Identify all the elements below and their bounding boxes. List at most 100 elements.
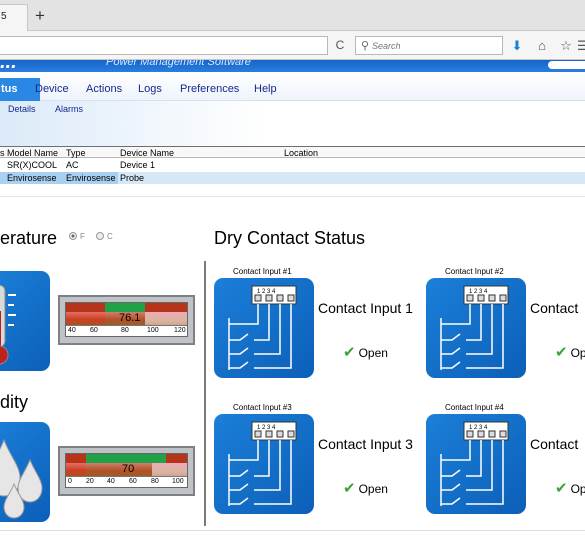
contact-input-3-label: Contact Input #3: [233, 403, 292, 412]
main-menu-bar: tus Device Actions Logs Preferences Help: [0, 72, 585, 101]
humidity-gauge: 70 0 20 40 60 80 100: [58, 446, 195, 496]
tick-label: 40: [68, 327, 76, 334]
tick-label: 80: [151, 478, 159, 485]
overflow-icon[interactable]: ☰: [577, 38, 585, 54]
contact-terminal-icon: 1 2 3 4: [440, 285, 509, 370]
tick-label: 100: [147, 327, 159, 334]
cell-model: Envirosense: [7, 173, 57, 183]
table-row-selected[interactable]: Envirosense Envirosense Probe: [0, 172, 585, 184]
gauge-scale: 0 20 40 60 80 100: [66, 476, 187, 487]
contact-terminal-icon: 1 2 3 4: [228, 421, 297, 506]
radio-icon: [96, 232, 104, 240]
contact-input-4-name: Contact: [530, 436, 579, 452]
col-device-name[interactable]: Device Name: [120, 148, 174, 158]
contact-input-3-tile: 1 2 3 4: [214, 414, 314, 514]
browser-tab-bar: 5 +: [0, 0, 585, 31]
header-corner-logo: [548, 61, 585, 69]
water-drops-icon: [0, 438, 43, 519]
humidity-title: dity: [0, 392, 29, 412]
contact-input-4-label: Contact Input #4: [445, 403, 504, 412]
tick-label: 60: [90, 327, 98, 334]
browser-tab[interactable]: 5: [0, 4, 28, 31]
contact-input-2-status: ✔ Op: [555, 344, 585, 361]
tick-label: 80: [121, 327, 129, 334]
temperature-title: erature: [0, 228, 58, 248]
humidity-value: 70: [122, 463, 135, 475]
unit-radio-f[interactable]: F: [69, 232, 85, 241]
cell-device-name: Device 1: [120, 160, 156, 170]
svg-text:1 2 3 4: 1 2 3 4: [469, 425, 488, 431]
new-tab-button[interactable]: +: [30, 7, 50, 27]
cell-model: SR(X)COOL: [7, 160, 58, 170]
svg-text:1 2 3 4: 1 2 3 4: [469, 289, 488, 295]
contact-input-2-tile: 1 2 3 4: [426, 278, 526, 378]
menu-preferences[interactable]: Preferences: [180, 83, 239, 95]
gauge-track: 76.1 40 60 80 100 120: [65, 302, 188, 337]
contact-input-1-label: Contact Input #1: [233, 267, 292, 276]
menu-status[interactable]: tus: [0, 78, 40, 101]
reload-button[interactable]: C: [330, 37, 350, 55]
cell-device-name: Probe: [120, 173, 145, 183]
search-icon: ⚲: [361, 40, 370, 52]
contact-input-1-name: Contact Input 1: [318, 300, 413, 316]
tick-label: 100: [172, 478, 184, 485]
app-header-banner: ... Power Management Software: [0, 60, 585, 72]
contact-input-3-name: Contact Input 3: [318, 436, 413, 452]
home-icon[interactable]: ⌂: [534, 38, 550, 54]
contact-input-4-tile: 1 2 3 4: [426, 414, 526, 514]
humidity-tile: [0, 422, 50, 522]
radio-icon: [69, 232, 77, 240]
table-header: s Model Name Type Device Name Location: [0, 146, 585, 158]
cell-type: Envirosense: [66, 173, 116, 183]
tick-label: 40: [107, 478, 115, 485]
browser-status-bar: [0, 530, 585, 540]
contact-input-1-tile: 1 2 3 4: [214, 278, 314, 378]
col-model-name[interactable]: Model Name: [7, 148, 58, 158]
table-row[interactable]: SR(X)COOL AC Device 1: [0, 159, 585, 171]
submenu-details[interactable]: Details: [8, 104, 36, 114]
menu-actions[interactable]: Actions: [86, 83, 122, 95]
cell-type: AC: [66, 160, 79, 170]
address-bar[interactable]: [0, 36, 328, 55]
checkmark-icon: ✔: [343, 480, 356, 497]
thermometer-tile: [0, 271, 50, 371]
col-status[interactable]: s: [0, 148, 5, 158]
contact-input-3-status: ✔ Open: [343, 480, 388, 497]
menu-help[interactable]: Help: [254, 83, 277, 95]
tick-label: 20: [86, 478, 94, 485]
temperature-gauge: 76.1 40 60 80 100 120: [58, 295, 195, 345]
contact-input-2-name: Contact: [530, 300, 579, 316]
dry-contact-title: Dry Contact Status: [214, 228, 366, 248]
search-input[interactable]: [372, 39, 497, 52]
gauge-track: 70 0 20 40 60 80 100: [65, 453, 188, 488]
checkmark-icon: ✔: [343, 344, 356, 361]
contact-terminal-icon: 1 2 3 4: [228, 285, 297, 370]
download-icon[interactable]: ⬇: [509, 38, 525, 54]
contact-input-1-status: ✔ Open: [343, 344, 388, 361]
browser-tab-title: 5: [1, 11, 7, 22]
svg-text:1 2 3 4: 1 2 3 4: [257, 289, 276, 295]
thermometer-icon: [0, 284, 16, 365]
browser-search-box[interactable]: ⚲: [355, 36, 503, 55]
tick-label: 60: [129, 478, 137, 485]
bookmark-star-icon[interactable]: ☆: [558, 38, 574, 54]
checkmark-icon: ✔: [555, 344, 568, 361]
unit-radio-c[interactable]: C: [96, 232, 113, 241]
checkmark-icon: ✔: [555, 480, 568, 497]
tick-label: 0: [68, 478, 72, 485]
panel-divider: [204, 261, 206, 526]
sub-menu: Details Alarms: [0, 101, 585, 146]
temperature-value: 76.1: [119, 312, 141, 324]
browser-nav-bar: C ⚲ ⬇ ⌂ ☆ ☰: [0, 31, 585, 60]
contact-terminal-icon: 1 2 3 4: [440, 421, 509, 506]
menu-device[interactable]: Device: [35, 83, 69, 95]
col-type[interactable]: Type: [66, 148, 86, 158]
contact-input-2-label: Contact Input #2: [445, 267, 504, 276]
app-subtitle: Power Management Software: [106, 60, 251, 68]
menu-logs[interactable]: Logs: [138, 83, 162, 95]
gauge-scale: 40 60 80 100 120: [66, 325, 187, 336]
svg-text:1 2 3 4: 1 2 3 4: [257, 425, 276, 431]
contact-input-4-status: ✔ Op: [555, 480, 585, 497]
col-location[interactable]: Location: [284, 148, 318, 158]
submenu-alarms[interactable]: Alarms: [55, 104, 83, 114]
